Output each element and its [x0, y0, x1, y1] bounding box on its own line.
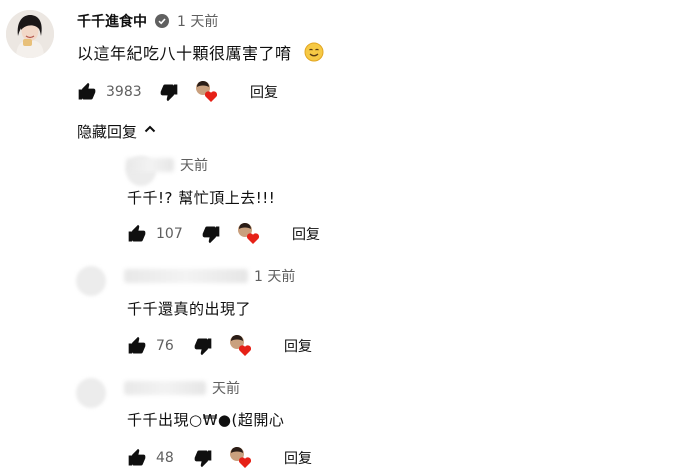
chevron-up-icon: [143, 122, 157, 140]
reply-avatar[interactable]: [76, 266, 106, 296]
comment-timestamp[interactable]: 1 天前: [177, 11, 218, 31]
reply-timestamp[interactable]: 天前: [180, 155, 208, 175]
thumbs-up-icon[interactable]: [76, 81, 98, 103]
comment-text: 以這年紀吃八十顆很厲害了唷: [77, 40, 324, 64]
like-count: 3983: [106, 84, 142, 100]
reply-header: 天前: [126, 155, 208, 175]
creator-heart-icon: [228, 334, 254, 358]
reply-actions: 107 回复: [126, 222, 320, 246]
author-name[interactable]: 千千進食中: [77, 11, 147, 31]
like-count: 48: [156, 450, 174, 466]
author-avatar[interactable]: [6, 10, 54, 58]
comment-thread: 千千進食中 1 天前 以這年紀吃八十顆很厲害了唷 3983 回复 隐藏回复 天前…: [0, 0, 700, 476]
smiling-emoji-icon: [304, 42, 324, 62]
reply-button[interactable]: 回复: [284, 448, 312, 468]
reply-header: 天前: [124, 378, 240, 398]
hide-replies-label: 隐藏回复: [77, 122, 138, 141]
thumbs-down-icon[interactable]: [200, 223, 222, 245]
thumbs-down-icon[interactable]: [158, 81, 180, 103]
reply-button[interactable]: 回复: [284, 336, 312, 356]
reply-timestamp[interactable]: 天前: [212, 378, 240, 398]
thumbs-up-icon[interactable]: [126, 335, 148, 357]
comment-body: 以這年紀吃八十顆很厲害了唷: [77, 44, 292, 63]
reply-button[interactable]: 回复: [250, 82, 278, 102]
reply-text: 千千還真的出現了: [127, 299, 252, 318]
reply-timestamp[interactable]: 1 天前: [254, 266, 295, 286]
thumbs-down-icon[interactable]: [192, 447, 214, 469]
reply-button[interactable]: 回复: [292, 224, 320, 244]
reply-header: 1 天前: [124, 266, 295, 286]
reply-text: 千千!? 幫忙頂上去!!!: [127, 188, 276, 207]
creator-heart-icon: [228, 446, 254, 470]
comment-actions: 3983 回复: [76, 80, 278, 104]
comment-header: 千千進食中 1 天前: [77, 10, 218, 32]
creator-heart-icon: [194, 80, 220, 104]
reply-author-name[interactable]: [126, 158, 174, 172]
reply-avatar[interactable]: [76, 378, 106, 408]
thumbs-up-icon[interactable]: [126, 447, 148, 469]
hide-replies-button[interactable]: 隐藏回复: [77, 120, 157, 142]
reply-author-name[interactable]: [124, 381, 206, 395]
like-count: 107: [156, 226, 183, 242]
thumbs-down-icon[interactable]: [192, 335, 214, 357]
like-count: 76: [156, 338, 174, 354]
reply-actions: 76 回复: [126, 334, 312, 358]
thumbs-up-icon[interactable]: [126, 223, 148, 245]
reply-author-name[interactable]: [124, 269, 248, 283]
creator-heart-icon: [236, 222, 262, 246]
reply-actions: 48 回复: [126, 446, 312, 470]
verified-icon: [155, 14, 169, 28]
reply-text: 千千出現○₩●(超開心: [127, 410, 285, 429]
